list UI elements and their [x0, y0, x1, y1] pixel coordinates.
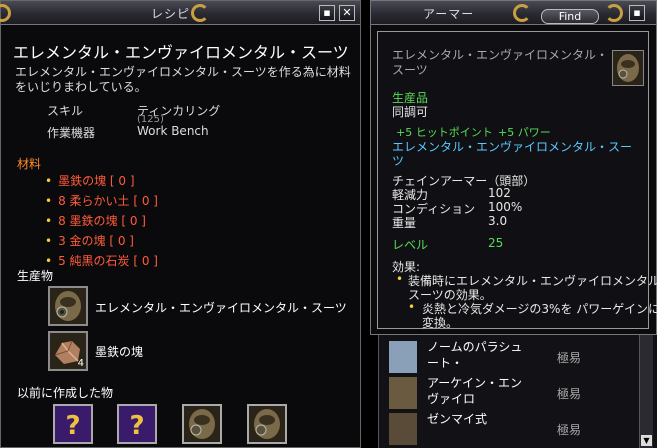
- products-header: 生産物: [17, 269, 54, 283]
- material-item: • 5 純黒の石炭 [ 0 ]: [45, 254, 158, 268]
- pin-button[interactable]: ▪: [319, 5, 335, 21]
- recipe-window: レシピ ▪ ✕ エレメンタル・エンヴァイロメンタル・スーツ エレメンタル・エンヴ…: [0, 0, 361, 448]
- weight-value: 3.0: [488, 214, 508, 228]
- list-item[interactable]: ノームのパラシュート・ 極易: [389, 339, 629, 375]
- level-value: 25: [488, 236, 504, 250]
- product-qty: 4: [77, 358, 84, 369]
- product-name: エレメンタル・エンヴァイロメンタル・スーツ: [95, 301, 347, 315]
- swirl-ornament-icon: [0, 4, 11, 22]
- level-label: レベル: [392, 238, 429, 252]
- list-item-difficulty: 極易: [557, 387, 582, 401]
- material-item: • 8 墨鉄の塊 [ 0 ]: [45, 214, 146, 228]
- list-item[interactable]: アーケイン・エンヴァイロ 極易: [389, 375, 629, 411]
- material-item: • 3 金の塊 [ 0 ]: [45, 234, 134, 248]
- list-scrollbar[interactable]: ▼: [639, 335, 653, 448]
- list-item-difficulty: 極易: [557, 351, 582, 365]
- list-item-difficulty: 極易: [557, 423, 582, 437]
- swirl-ornament-icon: [191, 4, 209, 22]
- previous-header: 以前に作成した物: [17, 386, 114, 400]
- recipe-description: エレメンタル・エンヴァイロメンタル・スーツを作る為に材料をいじりまわしている。: [15, 65, 351, 94]
- set-name: ツ: [392, 154, 405, 168]
- recipe-list: ノームのパラシュート・ 極易 アーケイン・エンヴァイロ 極易 ゼンマイ式 極易 …: [378, 335, 657, 448]
- list-item-name: ゼンマイ式: [427, 412, 488, 426]
- effect-bullet: •: [408, 300, 416, 314]
- materials-header: 材料: [17, 157, 42, 171]
- set-name: エレメンタル・エンヴァイロメンタル・スー: [392, 140, 633, 154]
- armor-item-name: スーツ: [392, 63, 428, 77]
- condition-value: 100%: [488, 200, 523, 214]
- effect-bullet: •: [396, 272, 404, 286]
- tooltip-panel: エレメンタル・エンヴァイロメンタル・ スーツ 生産品 同調可 +5 ヒットポイン…: [377, 31, 657, 330]
- mitigation-value: 102: [488, 186, 511, 200]
- product-name: 墨鉄の塊: [95, 345, 144, 359]
- svg-text:?: ?: [65, 411, 80, 441]
- close-button[interactable]: ✕: [339, 5, 355, 21]
- helmet-icon: [55, 291, 81, 321]
- armor-window-title: アーマー: [423, 7, 475, 21]
- material-item: • 墨鉄の塊 [ 0 ]: [45, 174, 135, 188]
- scroll-down-icon[interactable]: ▼: [641, 435, 652, 446]
- skill-label: スキル: [47, 104, 84, 118]
- product-slot-helmet[interactable]: [48, 286, 88, 326]
- recipe-titlebar[interactable]: レシピ ▪ ✕: [0, 1, 360, 25]
- question-icon: ?: [129, 411, 144, 441]
- find-button[interactable]: Find: [541, 9, 599, 24]
- armor-item-slot: [612, 50, 644, 86]
- bound-tag: 同調可: [392, 105, 429, 119]
- recipe-item-title: エレメンタル・エンヴァイロメンタル・スーツ: [13, 43, 349, 62]
- material-item: • 8 柔らかい土 [ 0 ]: [45, 194, 158, 208]
- previous-item-slot[interactable]: [247, 404, 287, 444]
- swirl-ornament-icon: [513, 4, 531, 22]
- armor-titlebar[interactable]: アーマー Find ▪: [371, 1, 656, 25]
- helmet-icon: [189, 409, 215, 439]
- weight-label: 重量: [392, 216, 417, 230]
- helmet-icon: [389, 413, 417, 445]
- list-item-name: アーケイン・エンヴァイロ: [427, 376, 523, 406]
- pin-button[interactable]: ▪: [629, 5, 645, 21]
- previous-item-slot[interactable]: ?: [53, 404, 93, 444]
- station-label: 作業機器: [47, 126, 96, 140]
- question-icon: ?: [65, 411, 80, 441]
- station-value: Work Bench: [137, 124, 209, 138]
- armor-window: アーマー Find ▪ エレメンタル・エンヴァイロメンタル・ スーツ 生産品 同…: [370, 0, 657, 335]
- previous-item-slot[interactable]: ?: [117, 404, 157, 444]
- list-item[interactable]: ゼンマイ式 極易: [389, 411, 629, 447]
- recipe-window-title: レシピ: [151, 7, 191, 21]
- svg-text:?: ?: [129, 411, 144, 441]
- product-slot-ore[interactable]: 4: [48, 331, 88, 371]
- list-item-name: ノームのパラシュート・: [427, 340, 523, 370]
- helmet-icon: [617, 54, 639, 82]
- swirl-ornament-icon: [605, 4, 623, 22]
- effect-text: 変換。: [422, 316, 459, 330]
- parachute-icon: [389, 341, 417, 373]
- helmet-icon: [254, 409, 280, 439]
- helmet-icon: [389, 377, 417, 409]
- previous-item-slot[interactable]: [182, 404, 222, 444]
